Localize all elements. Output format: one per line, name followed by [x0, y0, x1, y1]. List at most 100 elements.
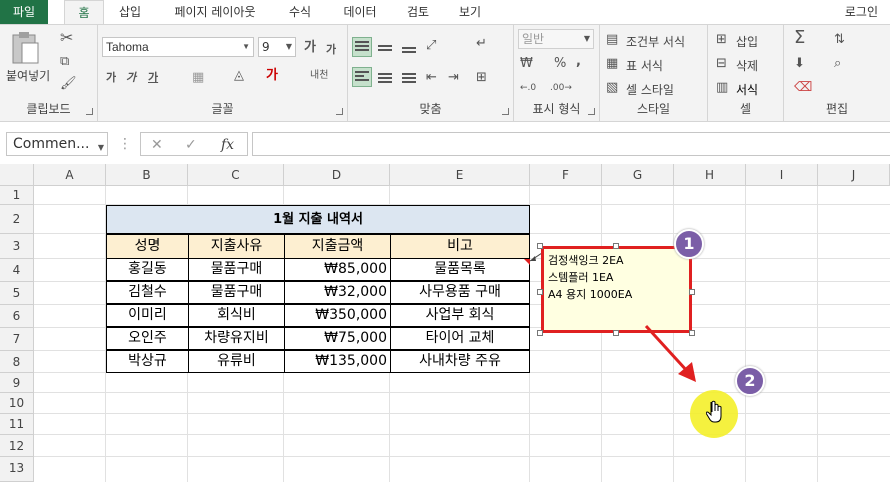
left-align-button[interactable]: [352, 67, 372, 87]
clear-icon[interactable]: ⌫: [794, 81, 812, 95]
row-header[interactable]: 6: [0, 305, 34, 328]
increase-decimal-icon[interactable]: ←.0: [520, 81, 536, 95]
bottom-align-icon[interactable]: [402, 47, 416, 55]
row-header[interactable]: 4: [0, 259, 34, 282]
table-cell[interactable]: 물품목록: [390, 258, 530, 281]
tab-page-layout[interactable]: 페이지 레이아웃: [160, 0, 270, 24]
paste-icon[interactable]: [10, 31, 40, 65]
table-cell[interactable]: ₩350,000: [284, 304, 391, 327]
table-cell[interactable]: ₩32,000: [284, 281, 391, 304]
row-header[interactable]: 2: [0, 205, 34, 234]
number-launcher-icon[interactable]: [588, 108, 595, 115]
table-header-cell[interactable]: 비고: [390, 234, 530, 259]
find-select-icon[interactable]: ⌕: [834, 57, 841, 71]
login-link[interactable]: 로그인: [845, 0, 878, 24]
cancel-icon[interactable]: ✕: [151, 137, 163, 153]
increase-indent-icon[interactable]: ⇥: [448, 71, 459, 85]
insert-function-icon[interactable]: fx: [221, 137, 234, 153]
column-header[interactable]: E: [390, 164, 530, 186]
resize-handle[interactable]: [537, 289, 543, 295]
phonetic-button[interactable]: 내천: [310, 69, 328, 83]
center-align-icon[interactable]: [378, 73, 392, 85]
table-cell[interactable]: ₩75,000: [284, 327, 391, 350]
column-header[interactable]: B: [106, 164, 188, 186]
row-header[interactable]: 12: [0, 435, 34, 457]
comma-button[interactable]: ,: [576, 55, 581, 69]
table-cell[interactable]: 오인주: [106, 327, 189, 350]
resize-handle[interactable]: [613, 243, 619, 249]
column-header[interactable]: F: [530, 164, 602, 186]
insert-cells-button[interactable]: 삽입: [736, 33, 758, 50]
merge-center-icon[interactable]: ⊞: [476, 71, 487, 85]
underline-button[interactable]: 가: [148, 71, 158, 85]
format-table-button[interactable]: 표 서식: [626, 57, 663, 74]
right-align-icon[interactable]: [402, 73, 416, 85]
decrease-indent-icon[interactable]: ⇤: [426, 71, 437, 85]
currency-icon[interactable]: ₩: [520, 57, 533, 71]
column-header[interactable]: A: [34, 164, 106, 186]
column-header[interactable]: D: [284, 164, 390, 186]
row-header[interactable]: 11: [0, 414, 34, 435]
formula-input[interactable]: [252, 132, 890, 156]
shrink-font-button[interactable]: 가: [326, 43, 336, 57]
row-header[interactable]: 7: [0, 328, 34, 351]
clipboard-launcher-icon[interactable]: [86, 108, 93, 115]
format-cells-icon[interactable]: ▥: [716, 81, 728, 95]
row-header[interactable]: 9: [0, 373, 34, 393]
row-header[interactable]: 10: [0, 393, 34, 414]
select-all-corner[interactable]: [0, 164, 34, 186]
row-header[interactable]: 1: [0, 186, 34, 205]
table-cell[interactable]: 유류비: [188, 350, 285, 373]
name-box[interactable]: Commen... ▼: [6, 132, 108, 156]
paste-label[interactable]: 붙여넣기: [6, 67, 50, 84]
conditional-format-icon[interactable]: ▤: [606, 33, 618, 47]
table-cell[interactable]: 물품구매: [188, 281, 285, 304]
column-header[interactable]: J: [818, 164, 890, 186]
sort-filter-icon[interactable]: ⇅: [834, 33, 845, 47]
decrease-decimal-icon[interactable]: .00→: [550, 81, 572, 95]
format-painter-icon[interactable]: 🖌: [60, 77, 77, 91]
fill-icon[interactable]: ⬇: [794, 57, 805, 71]
font-launcher-icon[interactable]: [336, 108, 343, 115]
bold-button[interactable]: 가: [106, 71, 116, 85]
fill-color-icon[interactable]: ◬: [234, 69, 244, 83]
table-cell[interactable]: 김철수: [106, 281, 189, 304]
tab-review[interactable]: 검토: [396, 0, 440, 24]
tab-home[interactable]: 홈: [64, 0, 104, 24]
number-format-select[interactable]: 일반 ▼: [518, 29, 594, 49]
resize-handle[interactable]: [613, 330, 619, 336]
table-cell[interactable]: ₩85,000: [284, 258, 391, 281]
table-cell[interactable]: 사업부 회식: [390, 304, 530, 327]
italic-button[interactable]: 가: [126, 71, 136, 85]
cell-styles-icon[interactable]: ▧: [606, 81, 618, 95]
autosum-icon[interactable]: Σ: [794, 29, 805, 47]
column-header[interactable]: I: [746, 164, 818, 186]
delete-cells-icon[interactable]: ⊟: [716, 57, 727, 71]
alignment-launcher-icon[interactable]: [502, 108, 509, 115]
tab-file[interactable]: 파일: [0, 0, 48, 24]
enter-icon[interactable]: ✓: [185, 137, 197, 153]
column-header[interactable]: H: [674, 164, 746, 186]
font-size-select[interactable]: 9 ▼: [258, 37, 296, 57]
cut-icon[interactable]: ✂: [60, 30, 73, 46]
tab-insert[interactable]: 삽입: [108, 0, 152, 24]
tab-view[interactable]: 보기: [448, 0, 492, 24]
row-header[interactable]: 5: [0, 282, 34, 305]
table-header-cell[interactable]: 성명: [106, 234, 189, 259]
table-cell[interactable]: 사무용품 구매: [390, 281, 530, 304]
wrap-text-icon[interactable]: ↵: [476, 37, 487, 51]
table-cell[interactable]: 회식비: [188, 304, 285, 327]
table-cell[interactable]: 타이어 교체: [390, 327, 530, 350]
copy-icon[interactable]: ⧉: [60, 55, 69, 69]
font-name-select[interactable]: Tahoma ▼: [102, 37, 254, 57]
table-cell[interactable]: 홍길동: [106, 258, 189, 281]
tab-formulas[interactable]: 수식: [278, 0, 322, 24]
percent-button[interactable]: %: [554, 57, 566, 71]
orientation-icon[interactable]: ⤢: [426, 39, 436, 53]
worksheet-grid[interactable]: A B C D E F G H I J 1 2 3 4 5 6 7 8 9 10…: [0, 164, 890, 482]
table-cell[interactable]: 사내차량 주유: [390, 350, 530, 373]
border-icon[interactable]: ▦: [192, 71, 204, 85]
table-cell[interactable]: 이미리: [106, 304, 189, 327]
resize-handle[interactable]: [537, 243, 543, 249]
row-header[interactable]: 8: [0, 351, 34, 373]
